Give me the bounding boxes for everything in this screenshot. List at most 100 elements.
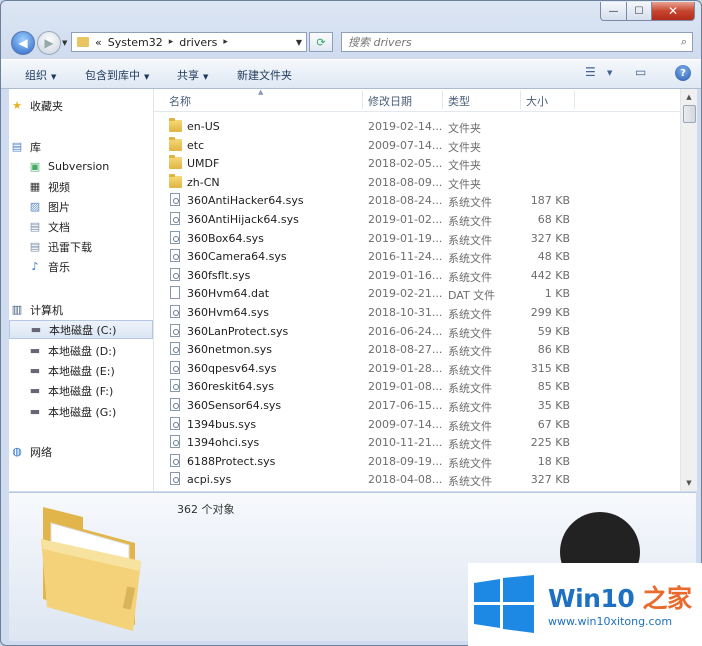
file-row[interactable]: 360netmon.sys 2018-08-27... 系统文件 86 KB — [154, 340, 680, 359]
nav-documents[interactable]: ▤ 文档 — [9, 217, 153, 236]
view-options-icon[interactable]: ☰ — [585, 65, 596, 79]
search-box: ⌕ — [341, 32, 693, 52]
file-name: 360Camera64.sys — [187, 250, 287, 264]
file-row[interactable]: 360Hvm64.dat 2019-02-21... DAT 文件 1 KB — [154, 284, 680, 303]
file-size: 68 KB — [537, 213, 570, 226]
file-row[interactable]: etc 2009-07-14... 文件夹 — [154, 136, 680, 155]
file-size: 225 KB — [530, 436, 570, 450]
watermark-brand: Win10 之家 — [548, 584, 692, 613]
file-size: 315 KB — [530, 361, 570, 375]
system-file-icon — [170, 193, 180, 207]
nav-favorites[interactable]: ★ 收藏夹 — [9, 96, 153, 115]
column-date[interactable]: 修改日期 — [368, 93, 412, 109]
nav-thunder-downloads[interactable]: ▤ 迅雷下载 — [9, 237, 153, 256]
file-row[interactable]: UMDF 2018-02-05... 文件夹 — [154, 154, 680, 173]
nav-drive-d[interactable]: ▬ 本地磁盘 (D:) — [9, 341, 153, 360]
forward-button[interactable]: ▶ — [37, 31, 61, 55]
file-date: 2018-08-27... — [368, 343, 443, 357]
close-button[interactable]: ✕ — [652, 2, 695, 21]
column-type[interactable]: 类型 — [448, 93, 470, 109]
column-divider[interactable] — [362, 91, 363, 109]
drive-icon: ▬ — [29, 384, 41, 397]
scroll-down-button[interactable]: ▼ — [682, 476, 696, 490]
maximize-button[interactable]: ☐ — [627, 2, 652, 21]
recent-pages-dropdown[interactable]: ▼ — [62, 39, 67, 47]
scroll-thumb[interactable] — [683, 105, 696, 123]
address-row: ◀ ▶ ▼ « System32 ▸ drivers ▸ ▼ ⟳ ⌕ — [1, 29, 701, 57]
file-date: 2018-08-24... — [368, 194, 443, 208]
column-divider[interactable] — [574, 91, 575, 109]
preview-pane-icon[interactable]: ▭ — [635, 65, 646, 79]
nav-drive-e[interactable]: ▬ 本地磁盘 (E:) — [9, 361, 153, 380]
file-name: 360fsflt.sys — [187, 268, 251, 282]
column-size[interactable]: 大小 — [526, 93, 548, 109]
organize-button[interactable]: 组织 ▼ — [25, 67, 56, 83]
nav-pictures[interactable]: ▨ 图片 — [9, 197, 153, 216]
computer-icon: ▥ — [11, 303, 23, 316]
nav-videos[interactable]: ▦ 视频 — [9, 177, 153, 196]
picture-icon: ▨ — [29, 200, 41, 213]
file-row[interactable]: 360AntiHijack64.sys 2019-01-02... 系统文件 68 K… — [154, 210, 680, 229]
chevron-right-icon[interactable]: ▸ — [223, 37, 228, 47]
column-divider[interactable] — [442, 91, 443, 109]
drive-icon: ▬ — [29, 405, 41, 418]
file-type: 文件夹 — [448, 140, 481, 154]
chevron-right-icon[interactable]: ▸ — [169, 37, 174, 47]
share-button[interactable]: 共享 ▼ — [177, 67, 208, 83]
file-row[interactable]: en-US 2019-02-14... 文件夹 — [154, 117, 680, 136]
include-in-library-button[interactable]: 包含到库中 ▼ — [85, 67, 149, 83]
help-icon[interactable]: ? — [675, 65, 691, 81]
nav-subversion[interactable]: ▣ Subversion — [9, 157, 153, 176]
minimize-button[interactable]: — — [600, 2, 627, 21]
back-button[interactable]: ◀ — [11, 31, 35, 55]
watermark-url: www.win10xitong.com — [548, 615, 673, 628]
file-date: 2010-11-21... — [368, 436, 443, 450]
nav-drive-g[interactable]: ▬ 本地磁盘 (G:) — [9, 402, 153, 421]
file-name: etc — [187, 138, 205, 152]
search-icon[interactable]: ⌕ — [681, 35, 687, 49]
nav-drive-f[interactable]: ▬ 本地磁盘 (F:) — [9, 381, 153, 400]
breadcrumb-drivers[interactable]: drivers — [179, 36, 217, 49]
search-input[interactable] — [342, 33, 668, 51]
file-name: 360netmon.sys — [187, 343, 272, 357]
file-name: UMDF — [187, 157, 220, 171]
command-bar: 组织 ▼ 包含到库中 ▼ 共享 ▼ 新建文件夹 ☰ ▼ ▭ ? — [1, 59, 701, 89]
file-row[interactable]: 6188Protect.sys 2018-09-19... 系统文件 18 KB — [154, 452, 680, 471]
nav-drive-c[interactable]: ▬ 本地磁盘 (C:) — [9, 320, 153, 339]
folder-icon — [169, 118, 182, 132]
scroll-up-button[interactable]: ▲ — [682, 90, 696, 104]
file-size: 299 KB — [530, 306, 570, 319]
file-row[interactable]: 360qpesv64.sys 2019-01-28... 系统文件 315 KB — [154, 359, 680, 378]
address-bar[interactable]: « System32 ▸ drivers ▸ ▼ — [71, 32, 307, 52]
file-row[interactable]: 1394bus.sys 2009-07-14... 系统文件 67 KB — [154, 415, 680, 434]
file-row[interactable]: 1394ohci.sys 2010-11-21... 系统文件 225 KB — [154, 433, 680, 452]
file-row[interactable]: zh-CN 2018-08-09... 文件夹 — [154, 173, 680, 192]
file-row[interactable]: 360Sensor64.sys 2017-06-15... 系统文件 35 KB — [154, 396, 680, 415]
file-size: 86 KB — [537, 343, 570, 357]
document-icon: ▤ — [29, 220, 41, 233]
file-row[interactable]: 360AntiHacker64.sys 2018-08-24... 系统文件 187 … — [154, 191, 680, 210]
file-date: 2019-01-16... — [368, 268, 443, 282]
column-name[interactable]: 名称 — [169, 93, 191, 109]
nav-library[interactable]: ▤ 库 — [9, 137, 153, 156]
file-row[interactable]: 360Hvm64.sys 2018-10-31... 系统文件 299 KB — [154, 303, 680, 322]
vertical-scrollbar[interactable]: ▲ ▼ — [680, 89, 697, 491]
file-row[interactable]: 360Box64.sys 2019-01-19... 系统文件 327 KB — [154, 229, 680, 248]
breadcrumb-system32[interactable]: System32 — [108, 36, 163, 49]
breadcrumb-overflow[interactable]: « — [95, 36, 102, 49]
file-row[interactable]: acpi.sys 2018-04-08... 系统文件 327 KB — [154, 470, 680, 489]
new-folder-button[interactable]: 新建文件夹 — [237, 67, 292, 83]
nav-music[interactable]: ♪ 音乐 — [9, 257, 153, 276]
file-name: 1394ohci.sys — [187, 436, 260, 450]
file-row[interactable]: 360Camera64.sys 2016-11-24... 系统文件 48 KB — [154, 247, 680, 266]
nav-computer[interactable]: ▥ 计算机 — [9, 300, 153, 319]
address-dropdown-icon[interactable]: ▼ — [296, 38, 302, 47]
column-divider[interactable] — [520, 91, 521, 109]
file-row[interactable]: 360reskit64.sys 2019-01-08... 系统文件 85 KB — [154, 377, 680, 396]
file-row[interactable]: 360LanProtect.sys 2016-06-24... 系统文件 59 KB — [154, 322, 680, 341]
view-dropdown-icon[interactable]: ▼ — [607, 69, 612, 77]
file-size: 327 KB — [530, 473, 570, 487]
nav-network[interactable]: ◍ 网络 — [9, 442, 153, 461]
file-row[interactable]: 360fsflt.sys 2019-01-16... 系统文件 442 KB — [154, 266, 680, 285]
refresh-button[interactable]: ⟳ — [309, 32, 333, 52]
